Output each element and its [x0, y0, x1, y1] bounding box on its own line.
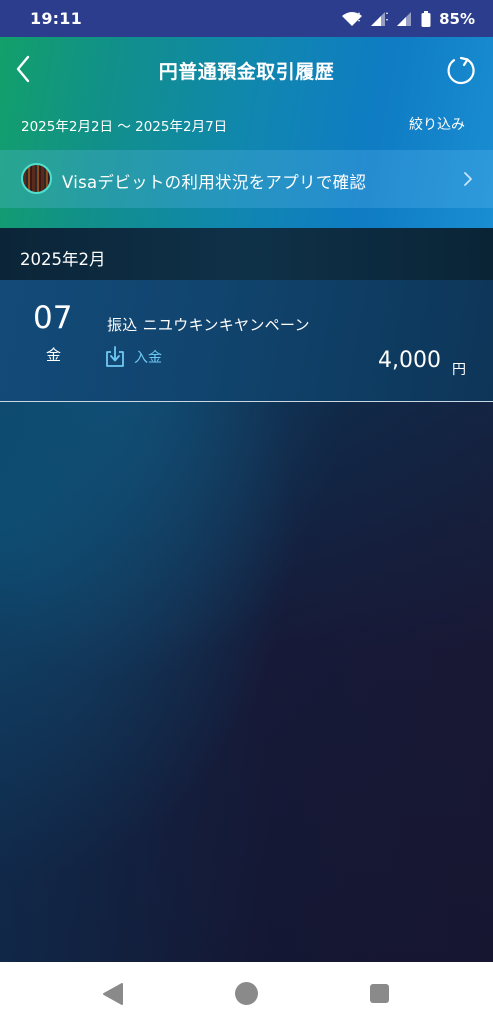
title-row: 円普通預金取引履歴: [0, 37, 493, 103]
transaction-row[interactable]: 07 金 振込 ニユウキンキヤンペーン 入金 4,000 円: [0, 280, 493, 402]
month-section-header: 2025年2月: [0, 228, 493, 280]
transaction-type-label: 入金: [134, 350, 162, 366]
nav-recents-icon[interactable]: [370, 984, 389, 1003]
month-label: 2025年2月: [20, 250, 106, 269]
transaction-weekday: 金: [46, 346, 62, 364]
header: 円普通預金取引履歴 2025年2月2日 ～ 2025年2月7日 絞り込み Vis…: [0, 37, 493, 228]
nav-back-icon[interactable]: [102, 982, 124, 1006]
status-time: 19:11: [30, 9, 82, 28]
visa-debit-banner[interactable]: Visaデビットの利用状況をアプリで確認: [0, 150, 493, 208]
filter-button[interactable]: 絞り込み: [409, 114, 465, 134]
transaction-description: 振込 ニユウキンキヤンペーン: [107, 316, 310, 334]
signal-icon: [369, 11, 389, 27]
wifi-icon: [341, 11, 363, 27]
battery-icon: [421, 10, 431, 27]
refresh-button[interactable]: [445, 54, 477, 86]
page-title: 円普通預金取引履歴: [158, 61, 335, 83]
battery-percent: 85%: [439, 9, 475, 28]
visa-banner-label: Visaデビットの利用状況をアプリで確認: [62, 173, 367, 192]
transaction-amount: 4,000: [378, 348, 441, 373]
visa-card-logo-icon: [21, 163, 52, 194]
refresh-icon: [447, 56, 475, 85]
nav-home-icon[interactable]: [235, 982, 258, 1005]
system-nav-bar: [0, 962, 493, 1024]
signal-icon-2: [395, 11, 415, 27]
transaction-day: 07: [33, 300, 73, 336]
status-icons: 85%: [341, 10, 475, 28]
chevron-right-icon: [461, 168, 475, 190]
status-bar: 19:11 85%: [0, 0, 493, 37]
period-range: 2025年2月2日 ～ 2025年2月7日: [21, 119, 228, 135]
screen: 19:11 85% 円普通預金取引履歴 2025年2月2日 ～ 2025年2月7…: [0, 0, 493, 1024]
deposit-icon: [106, 346, 124, 367]
period-row: 2025年2月2日 ～ 2025年2月7日 絞り込み: [0, 103, 493, 149]
transaction-type: 入金: [104, 346, 162, 368]
transaction-currency: 円: [452, 362, 466, 378]
